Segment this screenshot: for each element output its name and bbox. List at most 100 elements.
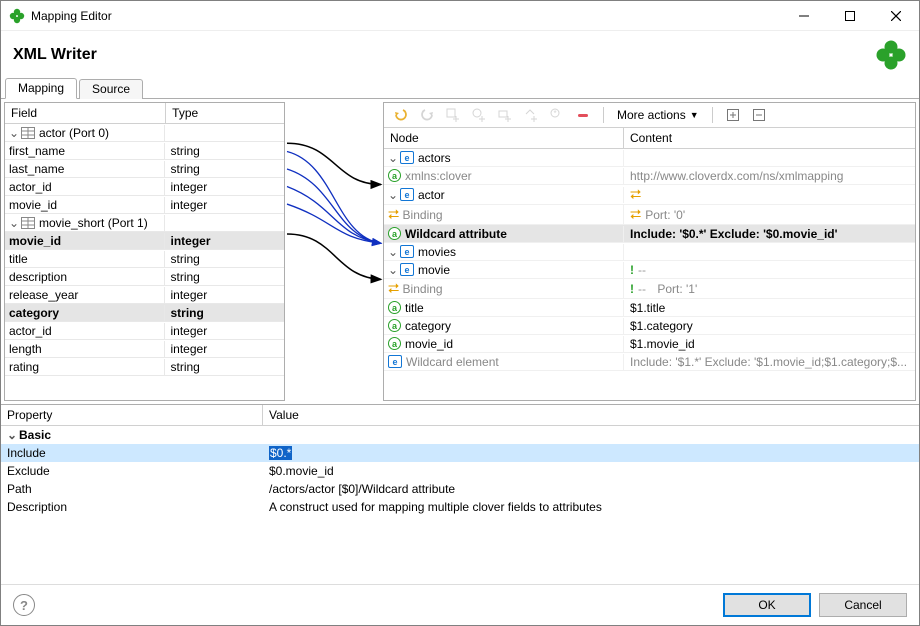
node-label: Binding — [403, 208, 443, 222]
node-value: http://www.cloverdx.com/ns/xmlmapping — [624, 168, 915, 184]
chevron-down-icon[interactable]: ⌄ — [388, 151, 398, 165]
minimize-button[interactable] — [781, 1, 827, 31]
binding-icon: ⮂ — [388, 206, 399, 223]
property-key: Path — [1, 481, 263, 497]
node-label: actor — [418, 188, 445, 202]
field-row[interactable]: last_namestring — [5, 160, 284, 178]
maximize-button[interactable] — [827, 1, 873, 31]
node-value: Port: '0' — [645, 208, 685, 222]
node-row[interactable]: ⮂ Binding⮂Port: '0' — [384, 205, 915, 225]
field-type: string — [165, 251, 285, 267]
ok-button[interactable]: OK — [723, 593, 811, 617]
property-row[interactable]: DescriptionA construct used for mapping … — [1, 498, 919, 516]
node-label: movies — [418, 245, 456, 259]
toolbar: * More actions▼ — [384, 103, 915, 128]
field-row[interactable]: movie_idinteger — [5, 196, 284, 214]
field-row[interactable]: titlestring — [5, 250, 284, 268]
port-row[interactable]: ⌄ movie_short (Port 1) — [5, 214, 284, 232]
node-row[interactable]: eWildcard elementInclude: '$1.*' Exclude… — [384, 353, 915, 371]
node-label: category — [405, 319, 451, 333]
node-value: $1.movie_id — [624, 336, 915, 352]
field-name: title — [5, 251, 165, 267]
field-row[interactable]: categorystring — [5, 304, 284, 322]
field-row[interactable]: actor_idinteger — [5, 322, 284, 340]
field-name: movie_id — [5, 233, 165, 249]
node-row[interactable]: ⮂ Binding!-- Port: '1' — [384, 279, 915, 299]
field-row[interactable]: actor_idinteger — [5, 178, 284, 196]
properties-pane: Property Value ⌄Basic Include$0.* Exclud… — [1, 404, 919, 584]
field-row[interactable]: first_namestring — [5, 142, 284, 160]
field-row[interactable]: lengthinteger — [5, 340, 284, 358]
property-group[interactable]: ⌄Basic — [1, 426, 919, 444]
node-label: Wildcard attribute — [405, 227, 507, 241]
node-row[interactable]: ⌄eactors — [384, 149, 915, 167]
collapse-all-button[interactable] — [750, 106, 768, 124]
property-value[interactable]: /actors/actor [$0]/Wildcard attribute — [263, 481, 919, 497]
chevron-down-icon[interactable]: ⌄ — [9, 216, 19, 230]
property-value[interactable]: A construct used for mapping multiple cl… — [263, 499, 919, 515]
help-button[interactable]: ? — [13, 594, 35, 616]
field-type: integer — [165, 287, 285, 303]
chevron-down-icon[interactable]: ⌄ — [388, 263, 398, 277]
field-type: string — [165, 359, 285, 375]
node-row[interactable]: ⌄eactor⮂ — [384, 185, 915, 205]
titlebar: Mapping Editor — [1, 1, 919, 31]
more-actions-menu[interactable]: More actions▼ — [615, 107, 701, 123]
element-icon: e — [400, 188, 414, 201]
svg-text:*: * — [553, 109, 556, 118]
element-icon: e — [400, 245, 414, 258]
clover-logo-icon — [875, 39, 907, 71]
properties-header-property[interactable]: Property — [1, 405, 263, 425]
remove-button[interactable] — [574, 106, 592, 124]
field-row[interactable]: movie_idinteger — [5, 232, 284, 250]
field-name: length — [5, 341, 165, 357]
property-row[interactable]: Exclude$0.movie_id — [1, 462, 919, 480]
node-row[interactable]: acategory$1.category — [384, 317, 915, 335]
node-label: actors — [418, 151, 451, 165]
nodes-header-node[interactable]: Node — [384, 128, 624, 148]
node-label: movie — [418, 263, 450, 277]
node-value: Include: '$1.*' Exclude: '$1.movie_id;$1… — [624, 354, 915, 370]
tab-mapping[interactable]: Mapping — [5, 78, 77, 99]
node-row[interactable]: amovie_id$1.movie_id — [384, 335, 915, 353]
group-label: Basic — [19, 428, 51, 442]
fields-tree[interactable]: ⌄ actor (Port 0) first_namestring last_n… — [5, 124, 284, 400]
fields-header-type[interactable]: Type — [166, 103, 284, 123]
expand-all-button[interactable] — [724, 106, 742, 124]
chevron-down-icon[interactable]: ⌄ — [388, 245, 398, 259]
property-value[interactable]: $0.movie_id — [263, 463, 919, 479]
nodes-tree[interactable]: ⌄eactors axmlns:cloverhttp://www.cloverd… — [384, 149, 915, 400]
fields-header: Field Type — [5, 103, 284, 124]
close-button[interactable] — [873, 1, 919, 31]
node-row[interactable]: ⌄emovie!-- — [384, 261, 915, 279]
field-type: string — [165, 269, 285, 285]
chevron-down-icon[interactable]: ⌄ — [9, 126, 19, 140]
field-row[interactable]: ratingstring — [5, 358, 284, 376]
node-value: Include: '$0.*' Exclude: '$0.movie_id' — [624, 226, 915, 242]
node-row[interactable]: aWildcard attributeInclude: '$0.*' Exclu… — [384, 225, 915, 243]
fields-header-field[interactable]: Field — [5, 103, 166, 123]
tab-bar: Mapping Source — [1, 77, 919, 99]
binding-icon: ⮂ — [388, 280, 399, 297]
node-row[interactable]: axmlns:cloverhttp://www.cloverdx.com/ns/… — [384, 167, 915, 185]
warning-icon: ! — [630, 282, 634, 296]
undo-button[interactable] — [392, 106, 410, 124]
property-row[interactable]: Include$0.* — [1, 444, 919, 462]
add-bind-button — [522, 106, 540, 124]
cancel-button[interactable]: Cancel — [819, 593, 907, 617]
field-row[interactable]: descriptionstring — [5, 268, 284, 286]
field-row[interactable]: release_yearinteger — [5, 286, 284, 304]
footer: ? OK Cancel — [1, 584, 919, 625]
node-row[interactable]: ⌄emovies — [384, 243, 915, 261]
node-row[interactable]: atitle$1.title — [384, 299, 915, 317]
nodes-header-content[interactable]: Content — [624, 128, 915, 148]
tab-source[interactable]: Source — [79, 79, 143, 99]
chevron-down-icon[interactable]: ⌄ — [7, 428, 17, 442]
port-row[interactable]: ⌄ actor (Port 0) — [5, 124, 284, 142]
property-value[interactable]: $0.* — [269, 446, 292, 460]
chevron-down-icon[interactable]: ⌄ — [388, 188, 398, 202]
chevron-down-icon: ▼ — [690, 110, 699, 120]
properties-header-value[interactable]: Value — [263, 405, 919, 425]
add-node-button — [444, 106, 462, 124]
property-row[interactable]: Path/actors/actor [$0]/Wildcard attribut… — [1, 480, 919, 498]
